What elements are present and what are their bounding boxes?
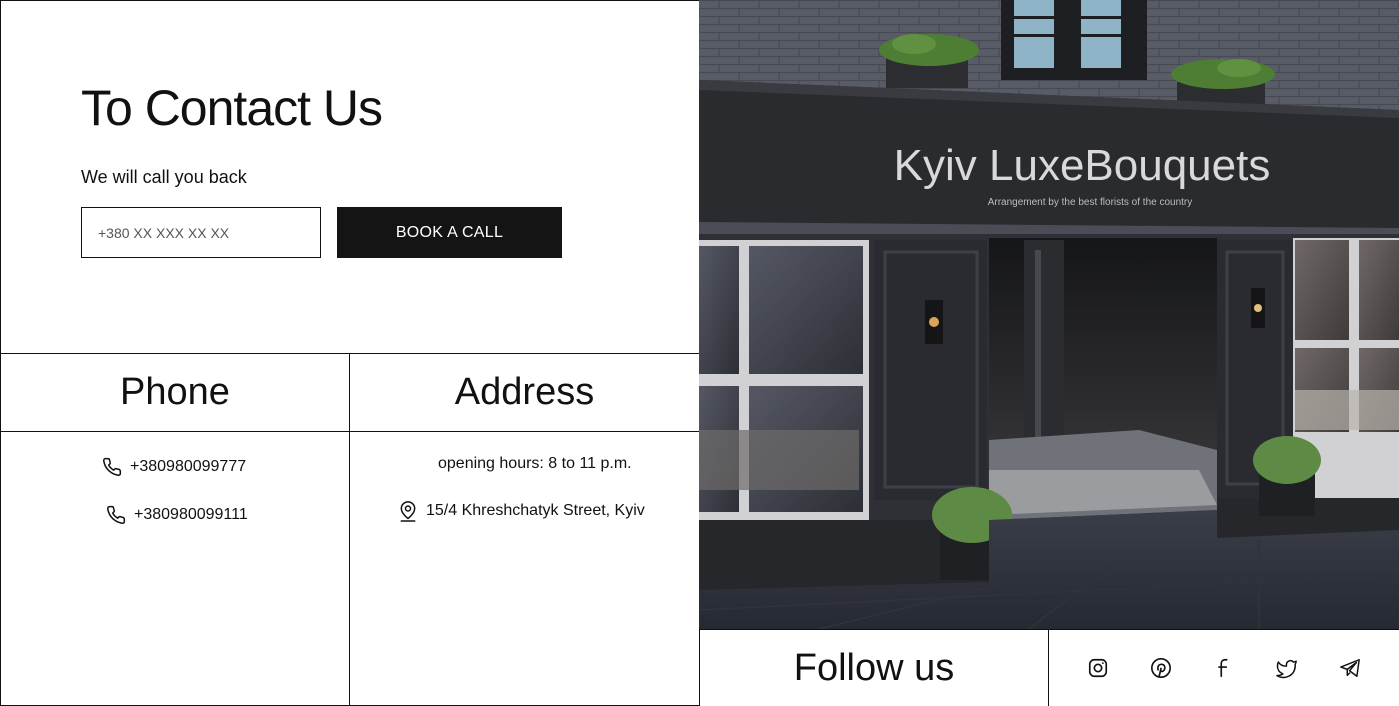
contact-form-section: To Contact Us We will call you back BOOK…	[1, 1, 699, 354]
instagram-icon[interactable]	[1085, 655, 1111, 681]
telegram-icon[interactable]	[1337, 655, 1363, 681]
pinterest-icon[interactable]	[1148, 655, 1174, 681]
phone-number: +380980099777	[130, 458, 247, 475]
contact-subtitle: We will call you back	[81, 167, 247, 187]
facebook-icon[interactable]	[1211, 655, 1237, 681]
social-links	[1048, 629, 1399, 706]
follow-us-heading: Follow us	[699, 629, 1049, 706]
twitter-icon[interactable]	[1274, 655, 1300, 681]
address-text: 15/4 Khreshchatyk Street, Kyiv	[426, 502, 645, 519]
phone-number: +380980099111	[134, 506, 248, 523]
storefront-image: Kyiv LuxeBouquets Arrangement by the bes…	[699, 0, 1399, 629]
phone-row-2[interactable]: +380980099111	[106, 505, 248, 525]
opening-hours: opening hours: 8 to 11 p.m.	[438, 455, 632, 472]
phone-column: Phone +380980099777 +380980099111	[1, 354, 350, 706]
book-a-call-button[interactable]: BOOK A CALL	[337, 207, 562, 258]
contact-panel: To Contact Us We will call you back BOOK…	[0, 0, 700, 706]
phone-icon	[103, 457, 122, 476]
phone-row-1[interactable]: +380980099777	[102, 457, 246, 477]
phone-icon	[107, 505, 126, 524]
store-sign-tagline: Arrangement by the best florists of the …	[988, 197, 1193, 208]
address-column: Address opening hours: 8 to 11 p.m. 15/4…	[350, 354, 699, 706]
phone-input[interactable]	[81, 207, 321, 258]
phone-heading: Phone	[1, 354, 349, 432]
location-pin-icon	[400, 501, 416, 522]
storefront-illustration: Kyiv LuxeBouquets Arrangement by the bes…	[699, 0, 1399, 629]
page-title: To Contact Us	[81, 80, 383, 136]
store-sign-title: Kyiv LuxeBouquets	[894, 141, 1271, 190]
address-row[interactable]: 15/4 Khreshchatyk Street, Kyiv	[398, 500, 645, 522]
address-heading: Address	[350, 354, 699, 432]
right-panel: Kyiv LuxeBouquets Arrangement by the bes…	[699, 0, 1399, 706]
